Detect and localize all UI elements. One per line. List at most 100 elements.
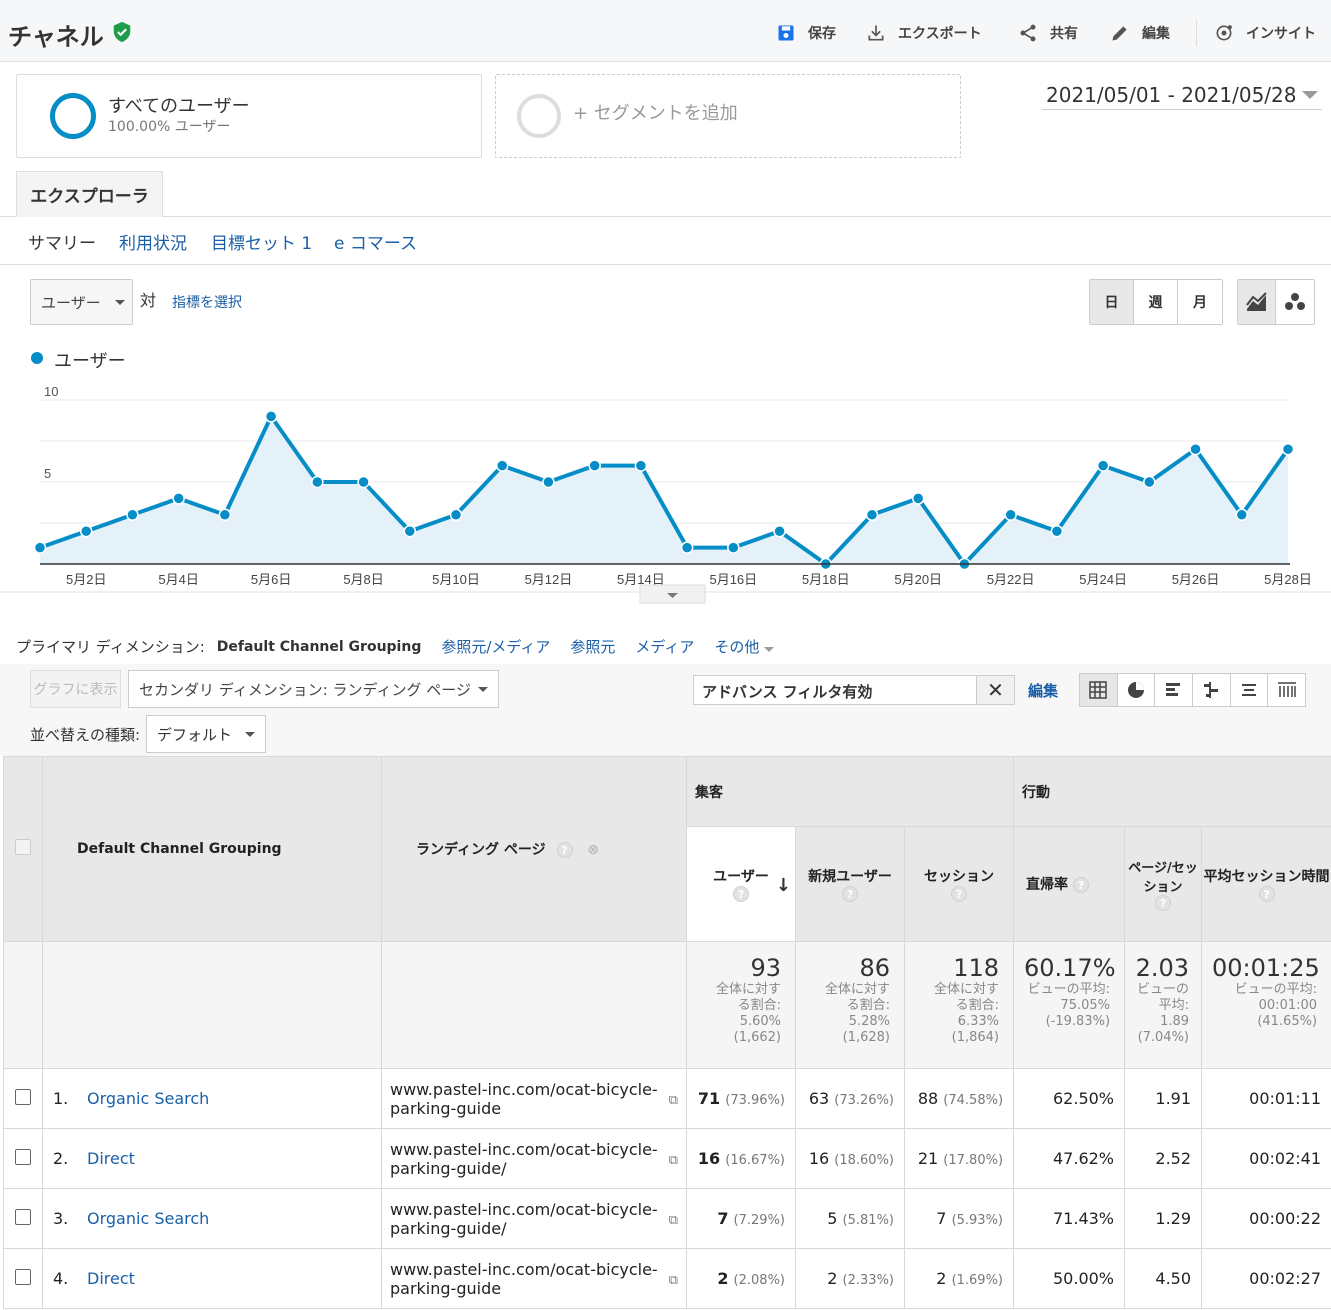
subtab-ecommerce[interactable]: e コマース — [334, 229, 417, 254]
help-icon[interactable]: ? — [842, 886, 858, 902]
y-tick-label: 10 — [44, 384, 58, 399]
share-button[interactable]: 共有 — [1018, 22, 1078, 44]
line-chart-icon — [1245, 292, 1267, 311]
col-header-avg-duration[interactable]: 平均セッション時間 ? — [1201, 826, 1331, 942]
row-landing-page[interactable]: www.pastel-inc.com/ocat-bicycle-parking-… — [390, 1080, 658, 1118]
row-channel-link[interactable]: Organic Search — [87, 1089, 209, 1108]
pie-view-button[interactable] — [1118, 674, 1156, 706]
row-channel-link[interactable]: Organic Search — [87, 1209, 209, 1228]
row-pps: 4.50 — [1124, 1248, 1203, 1309]
row-users-pct: (73.96%) — [725, 1093, 785, 1108]
dim-source[interactable]: 参照元 — [570, 636, 615, 657]
primary-dimension-label: プライマリ ディメンション: — [16, 638, 205, 656]
row-channel-cell: 4. Direct — [42, 1248, 382, 1309]
add-segment-label[interactable]: + セグメントを追加 — [573, 99, 738, 125]
row-sessions: 2 (1.69%) — [903, 1248, 1015, 1309]
subtab-goal-set[interactable]: 目標セット 1 — [211, 229, 312, 254]
total-new-users: 86 全体に対する割合: 5.28% (1,628) — [795, 941, 905, 1069]
row-landing-page[interactable]: www.pastel-inc.com/ocat-bicycle-parking-… — [390, 1260, 658, 1298]
row-checkbox[interactable] — [15, 1148, 31, 1165]
period-week-button[interactable]: 週 — [1134, 280, 1178, 324]
period-day-button[interactable]: 日 — [1090, 280, 1134, 324]
row-pps: 1.91 — [1124, 1068, 1203, 1129]
chevron-down-icon — [478, 686, 488, 692]
row-sessions-pct: (1.69%) — [951, 1273, 1004, 1288]
subtab-summary[interactable]: サマリー — [28, 229, 96, 254]
pivot-view-button[interactable] — [1268, 674, 1305, 706]
help-icon[interactable]: ? — [951, 886, 967, 902]
row-users-value: 7 — [717, 1209, 729, 1228]
secondary-dimension-select[interactable]: セカンダリ ディメンション: ランディング ページ — [128, 670, 499, 708]
edit-button[interactable]: 編集 — [1110, 22, 1170, 44]
col-header-pages-per-session[interactable]: ページ/セッション ? — [1124, 826, 1203, 942]
data-table-view-button[interactable] — [1080, 674, 1118, 706]
col-header-bounce[interactable]: 直帰率 ? — [1013, 826, 1126, 942]
plot-rows-button[interactable]: グラフに表示 — [30, 670, 121, 708]
row-sessions-value: 21 — [917, 1149, 939, 1168]
grid-icon — [1089, 681, 1108, 699]
term-cloud-view-button[interactable] — [1231, 674, 1269, 706]
row-checkbox[interactable] — [15, 1088, 31, 1105]
metric-select[interactable]: ユーザー — [30, 279, 133, 325]
row-channel-link[interactable]: Direct — [87, 1149, 135, 1168]
help-icon[interactable]: ? — [556, 842, 573, 858]
external-link-icon[interactable]: ⧉ — [669, 1151, 678, 1170]
select-all-checkbox[interactable] — [15, 839, 31, 855]
col-header-channel[interactable]: Default Channel Grouping — [42, 756, 382, 942]
comparison-view-button[interactable] — [1193, 674, 1231, 706]
dim-source-medium[interactable]: 参照元/メディア — [441, 636, 550, 657]
save-button[interactable]: 保存 — [776, 22, 836, 44]
sort-down-arrow-icon: ↓ — [775, 875, 791, 896]
dim-other[interactable]: その他 — [714, 636, 775, 657]
row-channel-link[interactable]: Direct — [87, 1269, 135, 1288]
period-month-button[interactable]: 月 — [1178, 280, 1222, 324]
export-button[interactable]: エクスポート — [866, 22, 982, 44]
external-link-icon[interactable]: ⧉ — [669, 1091, 678, 1110]
col-landing-label[interactable]: ランディング ページ — [416, 842, 546, 858]
help-icon[interactable]: ? — [733, 886, 749, 902]
insight-button[interactable]: インサイト — [1214, 22, 1316, 44]
dim-medium[interactable]: メディア — [635, 636, 694, 657]
bar-view-button[interactable] — [1155, 674, 1194, 706]
data-point — [634, 459, 648, 472]
totals-row: 93 全体に対する割合: 5.60% (1,662) 86 全体に対する割合: 5.… — [3, 941, 1331, 1069]
clear-filter-icon[interactable]: ✕ — [976, 676, 1014, 704]
data-point — [172, 492, 185, 505]
row-bounce: 47.62% — [1013, 1128, 1126, 1189]
row-users-pct: (2.08%) — [733, 1273, 785, 1288]
select-metric-link[interactable]: 指標を選択 — [172, 292, 242, 312]
chevron-down-icon — [114, 299, 125, 305]
total-pps-sub: ビューの平均: 1.89 (7.04%) — [1137, 982, 1190, 1045]
tab-explorer[interactable]: エクスプローラ — [16, 171, 163, 217]
row-new-users: 2 (2.33%) — [795, 1248, 905, 1309]
help-icon[interactable]: ? — [1155, 895, 1172, 911]
col-header-new-users[interactable]: 新規ユーザー ? — [795, 826, 905, 942]
row-channel-cell: 2. Direct — [42, 1128, 382, 1189]
row-checkbox[interactable] — [15, 1268, 31, 1285]
help-icon[interactable]: ? — [1258, 886, 1275, 902]
col-header-sessions[interactable]: セッション ? — [903, 826, 1015, 942]
motion-chart-button[interactable] — [1276, 280, 1314, 324]
subtab-divider — [0, 264, 1331, 265]
filter-text[interactable]: アドバンス フィルタ有効 — [694, 676, 976, 704]
sort-type-select[interactable]: デフォルト — [146, 715, 266, 753]
external-link-icon[interactable]: ⧉ — [669, 1271, 678, 1290]
col-header-users[interactable]: ユーザー ? ↓ — [686, 826, 796, 942]
remove-dimension-icon[interactable]: ⊗ — [587, 842, 599, 858]
row-checkbox[interactable] — [15, 1208, 31, 1225]
row-sessions-pct: (5.93%) — [951, 1213, 1004, 1228]
row-landing-cell: www.pastel-inc.com/ocat-bicycle-parking-… — [381, 1188, 687, 1249]
row-new-users: 16 (18.60%) — [795, 1128, 905, 1189]
date-range-picker[interactable]: 2021/05/01 - 2021/05/28 — [1042, 80, 1322, 110]
subtab-usage[interactable]: 利用状況 — [119, 229, 187, 254]
y-tick-label: 5 — [44, 466, 51, 481]
external-link-icon[interactable]: ⧉ — [669, 1211, 678, 1230]
share-label: 共有 — [1050, 26, 1078, 42]
row-new-users: 5 (5.81%) — [795, 1188, 905, 1249]
help-icon[interactable]: ? — [1072, 877, 1089, 893]
line-chart-button[interactable] — [1238, 280, 1276, 324]
row-landing-page[interactable]: www.pastel-inc.com/ocat-bicycle-parking-… — [390, 1140, 658, 1178]
edit-filter-link[interactable]: 編集 — [1028, 680, 1058, 701]
row-landing-page[interactable]: www.pastel-inc.com/ocat-bicycle-parking-… — [390, 1200, 658, 1238]
data-point — [542, 475, 555, 489]
